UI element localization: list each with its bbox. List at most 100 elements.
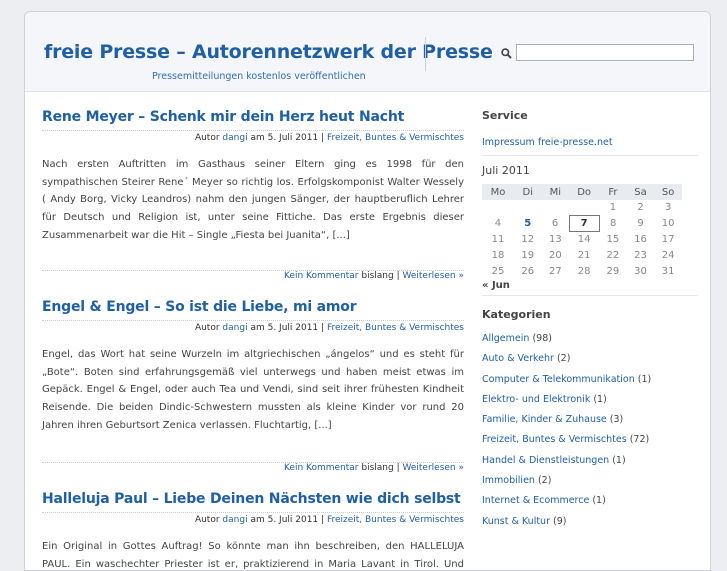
- calendar-empty: [514, 200, 542, 216]
- category-count: (1): [589, 495, 606, 507]
- calendar-title: Juli 2011: [482, 164, 530, 177]
- category-link[interactable]: Elektro- und Elektronik: [482, 394, 590, 405]
- calendar-day: 25: [491, 265, 505, 277]
- category-item: Immobilien (2): [482, 471, 698, 491]
- weekday-header: Mi: [541, 184, 570, 200]
- calendar-day: 17: [661, 233, 675, 245]
- calendar-day: 11: [491, 233, 505, 245]
- author-link[interactable]: dangi: [222, 133, 247, 143]
- divider: [42, 320, 464, 321]
- divider: [482, 155, 698, 156]
- author-link[interactable]: dangi: [222, 323, 247, 333]
- category-link[interactable]: Kunst & Kultur: [482, 516, 550, 527]
- category-link[interactable]: Internet & Ecommerce: [482, 495, 589, 506]
- category-count: (2): [534, 475, 552, 487]
- meta-date: am 5. Juli 2011 |: [250, 323, 325, 333]
- prev-month-link[interactable]: « Jun: [482, 280, 698, 291]
- meta-author-label: Autor: [194, 323, 220, 333]
- category-count: (1): [609, 454, 626, 466]
- category-count: (3): [606, 414, 624, 426]
- category-item: Elektro- und Elektronik (1): [482, 390, 698, 410]
- post-title[interactable]: Rene Meyer – Schenk mir dein Herz heut N…: [42, 109, 464, 129]
- calendar-day: 23: [634, 249, 647, 261]
- calendar-day: 24: [661, 249, 675, 261]
- search-input[interactable]: [516, 44, 694, 61]
- calendar-day: 27: [548, 265, 562, 277]
- weekday-header: Do: [569, 184, 600, 200]
- post-meta: Autor dangi am 5. Juli 2011 | Freizeit, …: [42, 319, 464, 337]
- category-link[interactable]: Freizeit, Buntes & Vermischtes: [327, 323, 464, 333]
- calendar-day: 1: [609, 202, 617, 214]
- category-link[interactable]: Freizeit, Buntes & Vermischtes: [327, 515, 464, 525]
- calendar-week: 11 12 13 14 15 16 17: [482, 232, 682, 248]
- category-count: (1): [590, 393, 607, 405]
- calendar-day-link[interactable]: 5: [514, 216, 542, 232]
- divider: [42, 462, 464, 463]
- post-title[interactable]: Engel & Engel – So ist die Liebe, mi amo…: [42, 299, 464, 319]
- calendar-week: 1 2 3: [482, 200, 682, 216]
- impressum-link[interactable]: Impressum freie-presse.net: [482, 133, 698, 153]
- calendar-day: 20: [548, 249, 562, 261]
- calendar-empty: [542, 200, 570, 216]
- category-count: (9): [550, 515, 567, 527]
- divider: [482, 294, 698, 296]
- calendar-week: 4 5 6 7 8 9 10: [482, 215, 682, 233]
- meta-author-label: Autor: [194, 515, 220, 525]
- search-icon[interactable]: [501, 48, 512, 59]
- calendar-day: 30: [634, 265, 647, 277]
- calendar-empty: [569, 200, 599, 216]
- comment-link[interactable]: Kein Kommentar: [284, 271, 359, 281]
- calendar-day: 21: [577, 249, 591, 261]
- calendar: Mo Di Mi Do Fr Sa So 1 2 3 4 5 6 7 8 9 10 11 12 13 14 15 16 17…: [482, 184, 682, 279]
- calendar-day: 19: [521, 249, 535, 261]
- category-link[interactable]: Allgemein: [482, 333, 529, 344]
- category-link[interactable]: Freizeit, Buntes & Vermischtes: [327, 133, 464, 143]
- comment-link[interactable]: Kein Kommentar: [284, 463, 359, 473]
- category-item: Allgemein (98): [482, 329, 698, 349]
- category-item: Computer & Telekommunikation (1): [482, 370, 698, 390]
- category-link[interactable]: Handel & Dienstleistungen: [482, 455, 609, 466]
- post-footer: Kein Kommentar bislang | Weiterlesen »: [42, 462, 464, 477]
- category-link[interactable]: Freizeit, Buntes & Vermischtes: [482, 434, 627, 445]
- category-link[interactable]: Immobilien: [482, 475, 535, 486]
- category-count: (2): [553, 353, 571, 365]
- post-meta: Autor dangi am 5. Juli 2011 | Freizeit, …: [42, 511, 464, 529]
- post-title[interactable]: Halleluja Paul – Liebe Deinen Nächsten w…: [42, 491, 464, 511]
- weekday-header: Mo: [482, 184, 514, 200]
- category-item: Familie, Kinder & Zuhause (3): [482, 410, 698, 430]
- read-more-link[interactable]: Weiterlesen »: [402, 271, 464, 281]
- post-meta: Autor dangi am 5. Juli 2011 | Freizeit, …: [42, 129, 464, 147]
- meta-date: am 5. Juli 2011 |: [250, 515, 325, 525]
- meta-date: am 5. Juli 2011 |: [250, 133, 325, 143]
- read-more-link[interactable]: Weiterlesen »: [402, 463, 464, 473]
- calendar-day: 2: [637, 202, 644, 214]
- categories-heading: Kategorien: [482, 307, 551, 321]
- author-link[interactable]: dangi: [222, 515, 247, 525]
- category-link[interactable]: Computer & Telekommunikation: [482, 374, 635, 385]
- calendar-day: 8: [609, 218, 617, 230]
- post-excerpt: Ein Original in Gottes Auftrag! So könnt…: [42, 541, 464, 570]
- calendar-day: 4: [494, 218, 502, 230]
- calendar-day: 28: [577, 265, 591, 277]
- calendar-day: 22: [606, 249, 620, 261]
- calendar-body: 1 2 3 4 5 6 7 8 9 10 11 12 13 14 15 16 17 18 19 20 21 22 23 24 2…: [482, 200, 682, 279]
- service-heading: Service: [482, 109, 528, 122]
- calendar-day: 14: [577, 234, 591, 246]
- calendar-today: 7: [568, 215, 600, 233]
- category-item: Auto & Verkehr (2): [482, 349, 698, 369]
- category-link[interactable]: Familie, Kinder & Zuhause: [482, 414, 607, 425]
- comment-suffix: bislang |: [361, 463, 400, 473]
- calendar-week: 18 19 20 21 22 23 24: [482, 247, 682, 263]
- category-item: Kunst & Kultur (9): [482, 512, 698, 532]
- weekday-header: Di: [513, 184, 542, 200]
- title-divider: [425, 37, 426, 71]
- post: Engel & Engel – So ist die Liebe, mi amo…: [42, 299, 464, 477]
- calendar-weekdays: Mo Di Mi Do Fr Sa So: [482, 184, 682, 200]
- calendar-day: 9: [637, 218, 644, 230]
- sidebar: Service Impressum freie-presse.net Juli …: [482, 109, 698, 532]
- category-link[interactable]: Auto & Verkehr: [482, 353, 554, 364]
- main-content: Rene Meyer – Schenk mir dein Herz heut N…: [42, 109, 464, 570]
- category-item: Internet & Ecommerce (1): [482, 491, 698, 511]
- meta-author-label: Autor: [194, 133, 220, 143]
- site-tagline: Pressemitteilungen kostenlos veröffentli…: [152, 71, 366, 82]
